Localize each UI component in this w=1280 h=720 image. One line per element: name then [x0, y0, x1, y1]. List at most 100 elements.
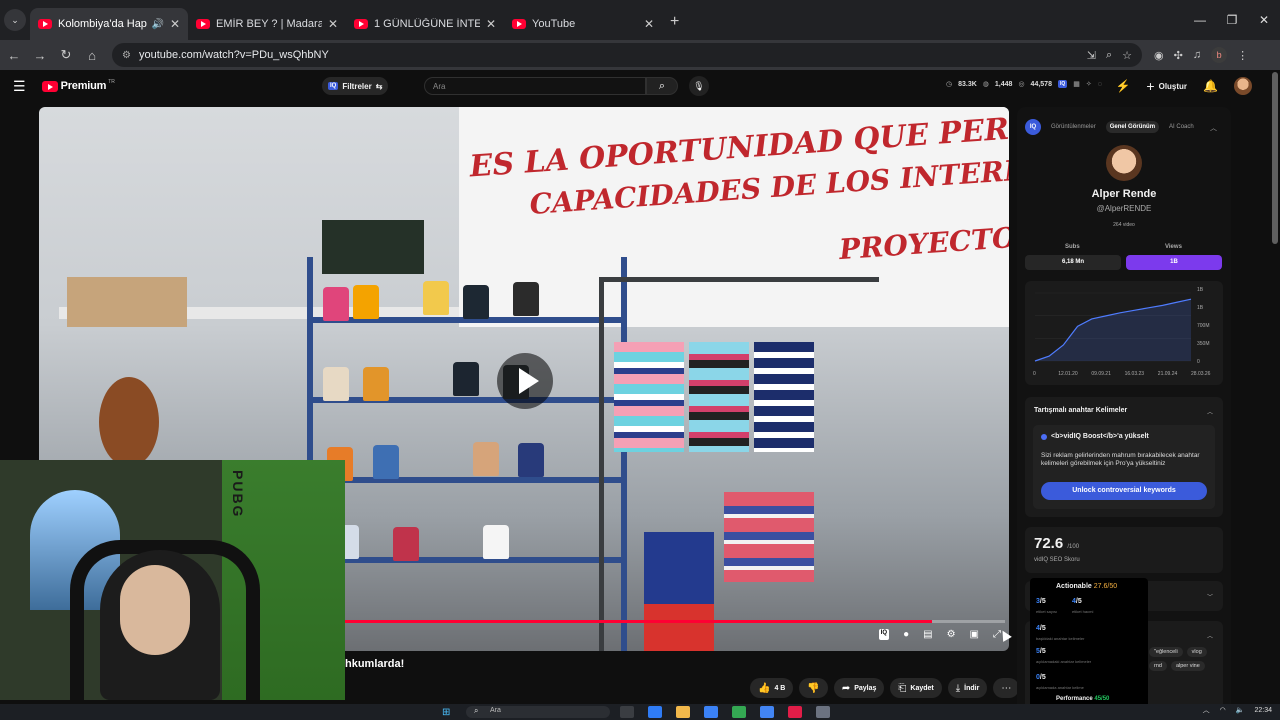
chevron-up-icon[interactable]: ︿: [1207, 407, 1213, 416]
download-button[interactable]: ⤓ İndir: [947, 678, 988, 698]
vidiq-player-icon[interactable]: IQ: [878, 629, 890, 640]
settings-gear-icon[interactable]: ⚙: [947, 629, 956, 640]
chrome-icon[interactable]: [732, 706, 746, 718]
tag-chip[interactable]: alper vine: [1170, 661, 1205, 671]
avatar[interactable]: [1234, 77, 1252, 95]
tab-internet[interactable]: 1 GÜNLÜĞÜNE İNTERNETTE Ç ✕: [346, 8, 504, 40]
store-icon[interactable]: [704, 706, 718, 718]
close-tab-icon[interactable]: ✕: [644, 17, 654, 31]
clock[interactable]: 22:34: [1254, 707, 1272, 714]
unlock-keywords-button[interactable]: Unlock controversial keywords: [1041, 482, 1207, 500]
player-controls: IQ ● ▤ ⚙ ▣ ⤢: [878, 629, 1001, 640]
tab-youtube[interactable]: YouTube ✕: [504, 8, 662, 40]
youtube-favicon-icon: [196, 19, 210, 29]
chat-icon[interactable]: ◌: [1098, 81, 1102, 88]
file-explorer-icon[interactable]: [676, 706, 690, 718]
collapse-chevron-icon[interactable]: ︿: [1210, 123, 1217, 133]
chevron-up-icon[interactable]: ︿: [1203, 705, 1210, 715]
chevron-up-icon[interactable]: ︿: [1207, 631, 1213, 640]
bookmark-star-icon[interactable]: ☆: [1122, 49, 1132, 62]
speaker-icon[interactable]: 🔊: [151, 19, 163, 30]
vidiq-badge-icon: IQ: [328, 82, 339, 90]
search-icon[interactable]: ⌕: [646, 77, 678, 95]
volume-icon[interactable]: 🔈: [1236, 706, 1245, 714]
subtitles-icon[interactable]: ▤: [923, 629, 932, 640]
app-icon[interactable]: [788, 706, 802, 718]
vidiq-badge-icon[interactable]: IQ: [1057, 80, 1068, 88]
maximize-icon[interactable]: ❐: [1216, 13, 1248, 27]
thumbs-up-icon: 👍: [758, 682, 771, 694]
seo-score-max: /100: [1067, 544, 1080, 550]
yarn-rack: [307, 257, 627, 651]
browser-icon[interactable]: [760, 706, 774, 718]
play-button[interactable]: [497, 353, 553, 409]
extension-bolt-icon[interactable]: ⚡: [1115, 79, 1130, 93]
tab-title: 1 GÜNLÜĞÜNE İNTERNETTE Ç: [374, 18, 480, 30]
share-button[interactable]: ➦ Paylaş: [833, 678, 885, 698]
home-icon[interactable]: ⌂: [80, 48, 104, 63]
pubg-poster: PUBG: [230, 470, 246, 519]
tag-chip[interactable]: vlog: [1186, 647, 1207, 657]
filters-button[interactable]: IQ Filtreler ⇆: [322, 77, 389, 95]
microphone-icon[interactable]: 🎙: [689, 76, 709, 96]
miniplayer-icon[interactable]: ▣: [970, 629, 979, 640]
tag-chip[interactable]: rnd: [1149, 661, 1167, 671]
youtube-logo[interactable]: Premium TR: [41, 79, 115, 92]
growth-chart: 0 350M 700M 1B 1B 0 12.01.20 09.09.21 16.03.23 21…: [1033, 287, 1211, 377]
address-toolbar: ← → ↻ ⌂ ⚙ youtube.com/watch?v=PDu_wsQhbN…: [0, 40, 1280, 70]
progress-bar[interactable]: [345, 620, 1005, 623]
more-actions-button[interactable]: ⋯: [993, 678, 1020, 698]
boost-upsell: <b>vidIQ Boost</b>'a yükselt Sizi reklam…: [1033, 425, 1215, 509]
minimize-icon[interactable]: —: [1184, 13, 1216, 27]
hamburger-menu-icon[interactable]: ☰: [13, 78, 26, 95]
back-icon[interactable]: ←: [2, 48, 26, 63]
tag-chip[interactable]: "eğlenceli: [1149, 647, 1183, 657]
taskbar-search[interactable]: Ara: [466, 706, 610, 718]
tab-search-button[interactable]: ⌄: [4, 9, 26, 31]
install-app-icon[interactable]: ⇲: [1087, 49, 1096, 62]
notifications-bell-icon[interactable]: 🔔: [1203, 79, 1218, 93]
grid-icon[interactable]: ▦: [1073, 80, 1080, 88]
search-input[interactable]: Ara: [424, 77, 646, 95]
page-scrollbar[interactable]: [1272, 72, 1278, 244]
autoplay-icon[interactable]: ●: [903, 629, 909, 640]
like-button[interactable]: 👍 4 B: [750, 678, 794, 698]
forward-icon[interactable]: →: [28, 48, 52, 63]
reload-icon[interactable]: ↻: [54, 47, 78, 63]
url-field[interactable]: ⚙ youtube.com/watch?v=PDu_wsQhbNY ⇲ ⌕ ☆: [112, 43, 1142, 67]
new-tab-icon[interactable]: +: [670, 13, 679, 31]
dislike-button[interactable]: 👎: [799, 678, 828, 698]
banner-text: PROYECTO: [838, 220, 1009, 267]
copilot-icon[interactable]: [648, 706, 662, 718]
windows-start-icon[interactable]: ⊞: [442, 707, 450, 718]
channel-avatar[interactable]: [1106, 145, 1142, 181]
create-button[interactable]: + Oluştur: [1146, 78, 1187, 94]
tab-views[interactable]: Görüntülenmeler: [1047, 121, 1100, 133]
subs-toggle[interactable]: 6,18 Mn: [1025, 255, 1121, 270]
puzzle-icon[interactable]: ✣: [1174, 49, 1183, 62]
more-dots-icon: ⋯: [1001, 682, 1012, 694]
webcam-overlay: PUBG: [0, 460, 345, 700]
task-view-icon[interactable]: [620, 706, 634, 718]
save-button[interactable]: ⎗ Kaydet: [890, 678, 942, 698]
wifi-icon[interactable]: ◠: [1220, 706, 1226, 714]
tab-kolombiya[interactable]: Kolombiya'da Hapishane Ba 🔊 ✕: [30, 8, 188, 40]
tab-ai-coach[interactable]: AI Coach: [1165, 121, 1198, 133]
chevron-down-icon[interactable]: ﹀: [1207, 592, 1213, 601]
site-info-icon[interactable]: ⚙: [122, 50, 131, 61]
extension-icon[interactable]: ◉: [1154, 49, 1164, 62]
profile-icon[interactable]: b: [1211, 47, 1228, 63]
close-tab-icon[interactable]: ✕: [486, 17, 496, 31]
menu-dots-icon[interactable]: ⋮: [1237, 49, 1248, 62]
media-control-icon[interactable]: ♫: [1193, 49, 1201, 61]
video-actions: 👍 4 B 👎 ➦ Paylaş ⎗ Kaydet ⤓ İndir ⋯: [750, 678, 1020, 698]
close-tab-icon[interactable]: ✕: [170, 17, 180, 31]
close-window-icon[interactable]: ✕: [1248, 13, 1280, 27]
settings-icon[interactable]: [816, 706, 830, 718]
tab-overview[interactable]: Genel Görünüm: [1105, 121, 1160, 133]
zoom-icon[interactable]: ⌕: [1106, 49, 1112, 62]
tab-emir-bey[interactable]: EMİR BEY ? | Madara Olduk #6 ✕: [188, 8, 346, 40]
close-tab-icon[interactable]: ✕: [328, 17, 338, 31]
lightbulb-icon[interactable]: ✧: [1086, 80, 1092, 88]
views-toggle[interactable]: 1B: [1126, 255, 1222, 270]
